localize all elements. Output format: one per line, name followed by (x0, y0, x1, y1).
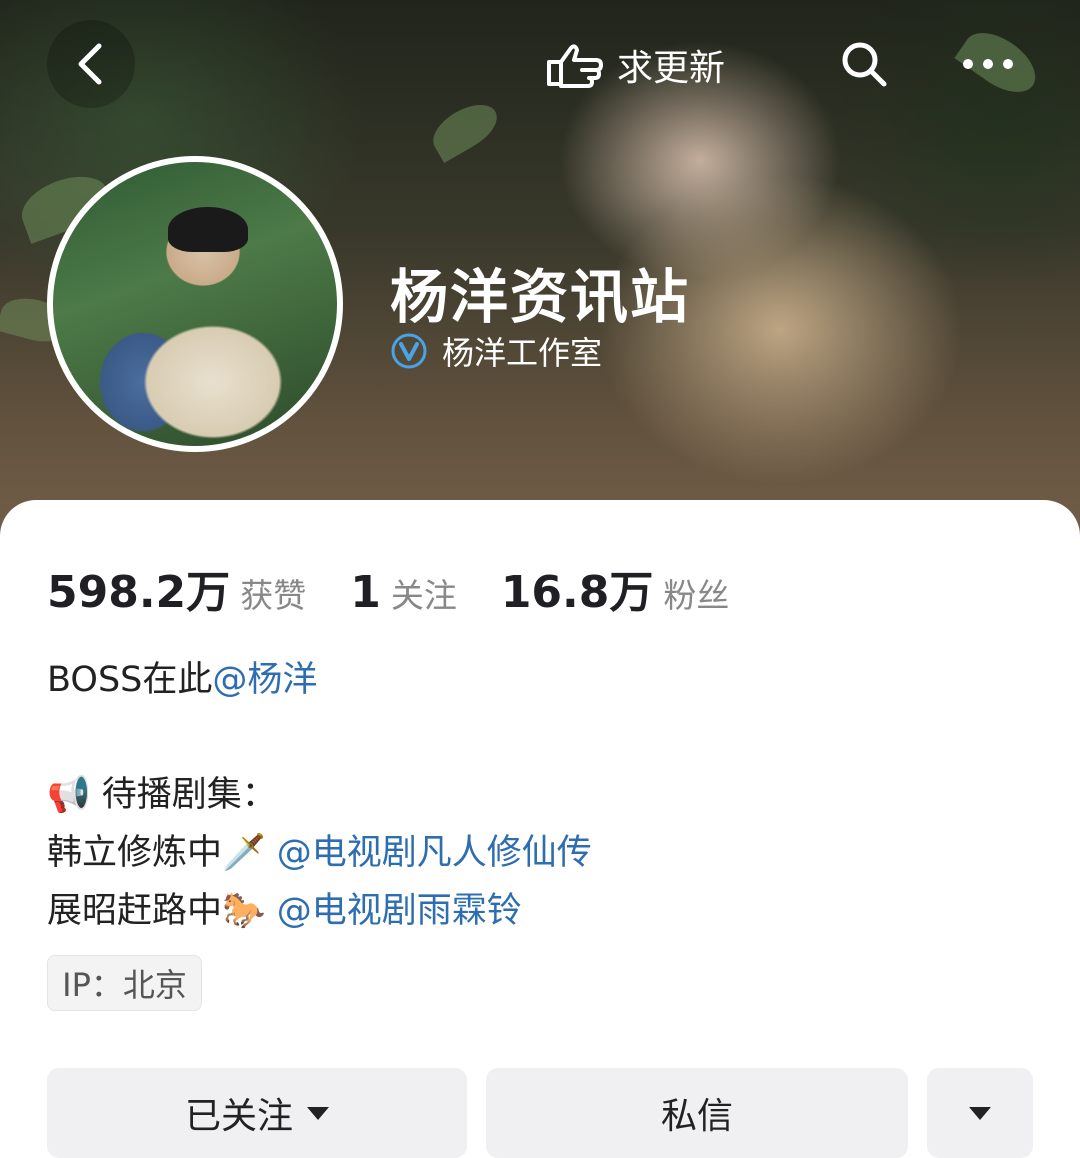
bio-line-3: 韩立修炼中🗡️ @电视剧凡人修仙传 (47, 833, 592, 873)
likes-label: 获赞 (240, 576, 307, 615)
bio-text: 展昭赶路中 (47, 891, 223, 931)
bio-line-2: 📢 待播剧集： (47, 775, 277, 815)
top-navigation-bar: 求更新 (0, 0, 1080, 130)
pointing-hand-icon (547, 44, 603, 88)
following-count: 1 (350, 567, 381, 618)
more-horizontal-icon (963, 59, 1013, 69)
request-update-button[interactable]: 求更新 (545, 30, 725, 100)
dagger-icon: 🗡️ (222, 833, 266, 873)
followed-label: 已关注 (184, 1096, 293, 1137)
likes-count: 598.2万 (47, 567, 231, 618)
followers-label: 粉丝 (663, 576, 730, 615)
followers-count: 16.8万 (500, 567, 654, 618)
mention-link[interactable]: @电视剧凡人修仙传 (266, 833, 592, 873)
chevron-left-icon (78, 43, 102, 85)
bio-text: BOSS在此 (47, 660, 213, 700)
stat-followers[interactable]: 16.8万 粉丝 (501, 556, 730, 620)
verified-org-row[interactable]: 杨洋工作室 (390, 328, 602, 374)
search-button[interactable] (820, 20, 908, 108)
ip-location-tag: IP：北京 (47, 955, 202, 1011)
following-label: 关注 (390, 576, 457, 615)
megaphone-icon: 📢 (47, 775, 91, 815)
horse-icon: 🐎 (222, 891, 266, 931)
mention-link[interactable]: @杨洋 (212, 660, 317, 700)
request-update-label: 求更新 (617, 48, 726, 89)
followed-button[interactable]: 已关注 (47, 1068, 467, 1158)
bio-text: 韩立修炼中 (47, 833, 223, 873)
stats-row: 598.2万 获赞 1 关注 16.8万 粉丝 (47, 556, 773, 620)
stat-likes[interactable]: 598.2万 获赞 (47, 556, 306, 620)
verified-org-name: 杨洋工作室 (442, 334, 603, 372)
profile-name: 杨洋资讯站 (390, 263, 691, 331)
bio-text: 待播剧集： (90, 775, 277, 815)
more-button[interactable] (944, 20, 1032, 108)
verified-v-icon (391, 333, 427, 369)
bio-line-1: BOSS在此@杨洋 (47, 660, 317, 700)
mention-link[interactable]: @电视剧雨霖铃 (266, 891, 522, 931)
avatar[interactable] (47, 156, 343, 452)
private-message-label: 私信 (660, 1096, 733, 1137)
avatar-hair-shape (168, 207, 248, 252)
caret-down-icon (307, 1106, 329, 1120)
caret-down-icon (969, 1106, 991, 1120)
private-message-button[interactable]: 私信 (486, 1068, 908, 1158)
search-icon (842, 42, 887, 87)
stat-following[interactable]: 1 关注 (350, 567, 457, 618)
more-actions-dropdown-button[interactable] (927, 1068, 1033, 1158)
bio-line-4: 展昭赶路中🐎 @电视剧雨霖铃 (47, 891, 522, 931)
back-button[interactable] (47, 20, 135, 108)
